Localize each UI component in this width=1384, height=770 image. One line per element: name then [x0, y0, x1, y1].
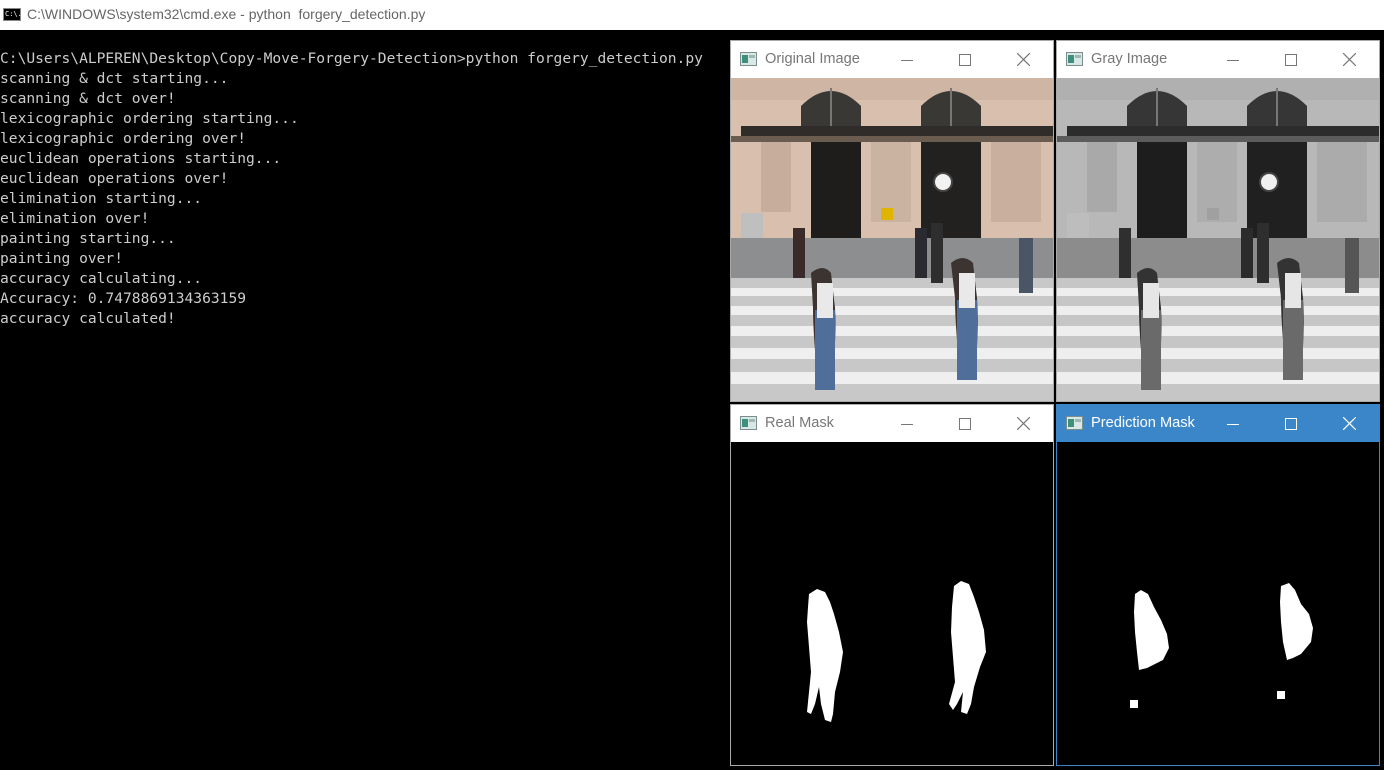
opencv-window-icon: [1066, 416, 1083, 430]
prediction-mask-canvas: [1057, 442, 1379, 765]
minimize-icon: [901, 59, 913, 61]
close-button[interactable]: [994, 405, 1052, 442]
terminal-line: lexicographic ordering starting...: [0, 110, 299, 127]
minimize-button[interactable]: [878, 405, 936, 442]
gray-image-window[interactable]: Gray Image: [1056, 40, 1380, 402]
real-mask-window[interactable]: Real Mask: [730, 404, 1054, 766]
original-image-window[interactable]: Original Image: [730, 40, 1054, 402]
original-image-canvas: [731, 78, 1053, 401]
minimize-icon: [901, 423, 913, 425]
terminal-line: lexicographic ordering over!: [0, 130, 247, 147]
terminal-line: Accuracy: 0.7478869134363159: [0, 290, 247, 307]
terminal-line: scanning & dct over!: [0, 90, 176, 107]
maximize-icon: [959, 417, 971, 430]
prediction-mask-image: [1057, 442, 1379, 765]
close-icon: [1342, 417, 1356, 430]
terminal-line: scanning & dct starting...: [0, 70, 229, 87]
maximize-button[interactable]: [1262, 41, 1320, 78]
real-mask-image: [731, 442, 1053, 765]
real-mask-title: Real Mask: [765, 415, 834, 431]
minimize-button[interactable]: [1204, 405, 1262, 442]
maximize-icon: [1285, 417, 1297, 430]
opencv-window-icon: [1066, 52, 1083, 66]
maximize-icon: [959, 53, 971, 66]
maximize-button[interactable]: [1262, 405, 1320, 442]
terminal-line: painting starting...: [0, 230, 176, 247]
original-image-title: Original Image: [765, 51, 860, 67]
close-icon: [1016, 53, 1030, 66]
terminal-output[interactable]: C:\Users\ALPEREN\Desktop\Copy-Move-Forge…: [0, 49, 728, 329]
real-mask-titlebar[interactable]: Real Mask: [731, 405, 1053, 442]
original-image-titlebar[interactable]: Original Image: [731, 41, 1053, 78]
close-button[interactable]: [1320, 405, 1378, 442]
cmd-window-title: C:\WINDOWS\system32\cmd.exe - python for…: [27, 6, 426, 22]
close-button[interactable]: [1320, 41, 1378, 78]
terminal-line: euclidean operations starting...: [0, 150, 282, 167]
terminal-line: accuracy calculated!: [0, 310, 176, 327]
minimize-button[interactable]: [1204, 41, 1262, 78]
cmd-app-icon: C:\.: [3, 8, 22, 21]
terminal-line: elimination starting...: [0, 190, 203, 207]
terminal-line: elimination over!: [0, 210, 150, 227]
prediction-mask-titlebar[interactable]: Prediction Mask: [1057, 405, 1379, 442]
maximize-icon: [1285, 53, 1297, 66]
opencv-window-icon: [740, 52, 757, 66]
maximize-button[interactable]: [936, 41, 994, 78]
close-icon: [1016, 417, 1030, 430]
terminal-line: painting over!: [0, 250, 124, 267]
close-button[interactable]: [994, 41, 1052, 78]
gray-image-titlebar[interactable]: Gray Image: [1057, 41, 1379, 78]
gray-image-title: Gray Image: [1091, 51, 1168, 67]
terminal-line: C:\Users\ALPEREN\Desktop\Copy-Move-Forge…: [0, 50, 703, 67]
opencv-window-icon: [740, 416, 757, 430]
original-image: [731, 78, 1053, 401]
minimize-button[interactable]: [878, 41, 936, 78]
minimize-icon: [1227, 59, 1239, 61]
gray-image-canvas: [1057, 78, 1379, 401]
cmd-titlebar[interactable]: C:\. C:\WINDOWS\system32\cmd.exe - pytho…: [0, 0, 1384, 30]
maximize-button[interactable]: [936, 405, 994, 442]
minimize-icon: [1227, 423, 1239, 425]
terminal-line: accuracy calculating...: [0, 270, 203, 287]
prediction-mask-window[interactable]: Prediction Mask: [1056, 404, 1380, 766]
prediction-mask-title: Prediction Mask: [1091, 415, 1195, 431]
close-icon: [1342, 53, 1356, 66]
terminal-line: euclidean operations over!: [0, 170, 229, 187]
gray-image: [1057, 78, 1379, 401]
real-mask-canvas: [731, 442, 1053, 765]
